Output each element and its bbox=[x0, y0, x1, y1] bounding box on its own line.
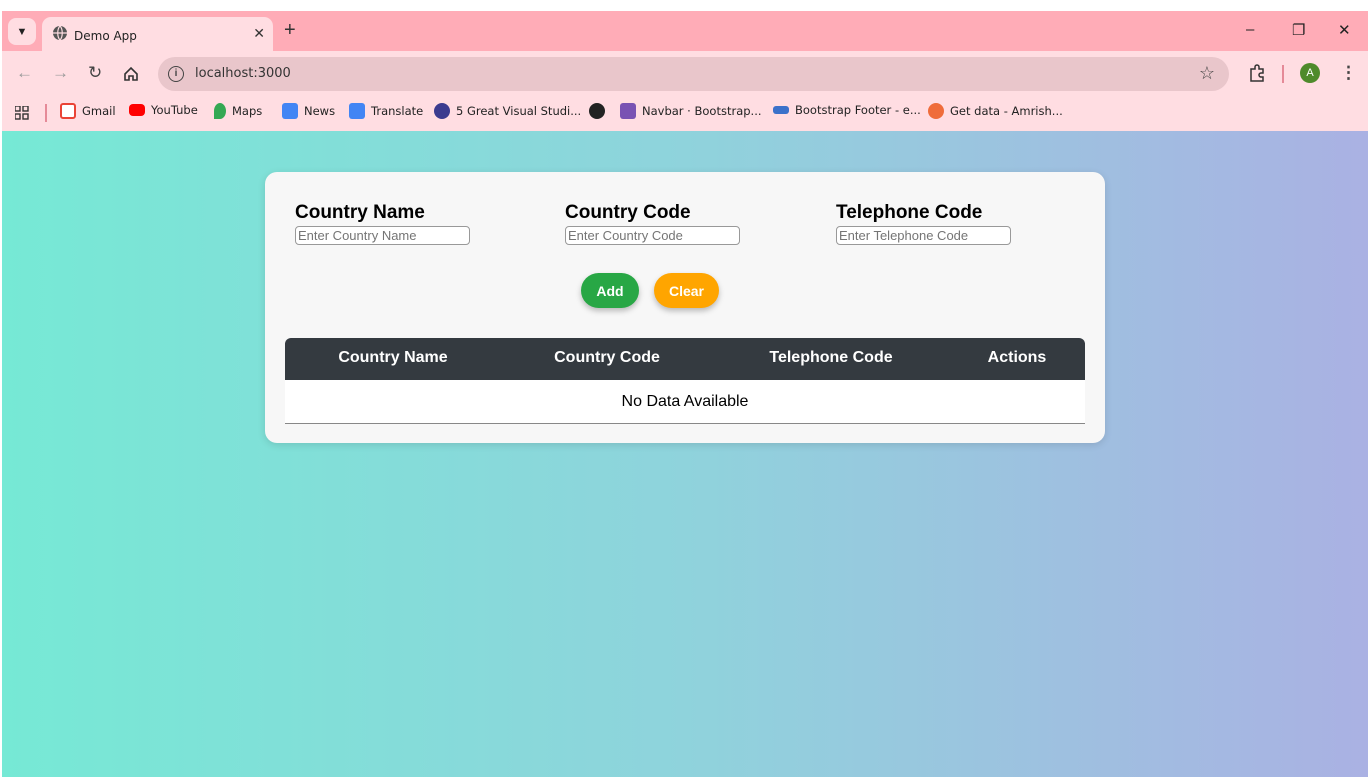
reload-icon[interactable]: ↻ bbox=[88, 63, 102, 83]
bookmark-youtube[interactable]: YouTube bbox=[129, 103, 198, 117]
maps-pin-icon bbox=[214, 103, 226, 119]
mdb-icon bbox=[773, 106, 789, 114]
column-header-actions: Actions bbox=[987, 349, 1047, 366]
telephone-code-input[interactable] bbox=[836, 226, 1011, 245]
close-window-icon[interactable]: ✕ bbox=[1338, 21, 1351, 39]
globe-icon bbox=[589, 103, 605, 119]
toolbar-divider bbox=[1282, 65, 1284, 83]
countries-table: Country Name Country Code Telephone Code… bbox=[285, 338, 1085, 424]
bookmark-label: 5 Great Visual Studi... bbox=[456, 104, 582, 118]
menu-kebab-icon[interactable]: ⋮ bbox=[1340, 63, 1357, 83]
browser-toolbar: ← → ↻ i localhost:3000 ☆ A ⋮ bbox=[2, 51, 1368, 97]
tab-strip: ▼ Demo App ✕ + – ❐ ✕ bbox=[2, 11, 1368, 51]
bookmark-star-icon[interactable]: ☆ bbox=[1199, 63, 1215, 84]
bookmark-translate[interactable]: Translate bbox=[349, 103, 423, 119]
column-header-telephone-code: Telephone Code bbox=[769, 349, 893, 366]
bookmarks-divider bbox=[45, 104, 47, 122]
site-info-icon[interactable]: i bbox=[168, 66, 184, 82]
bookmark-gmail[interactable]: Gmail bbox=[60, 103, 116, 119]
country-name-input[interactable] bbox=[295, 226, 470, 245]
tab-demo-app[interactable]: Demo App ✕ bbox=[42, 17, 273, 51]
bookmark-navbar-bootstrap[interactable]: Navbar · Bootstrap... bbox=[620, 103, 762, 119]
bookmark-label: Maps bbox=[232, 104, 263, 118]
extensions-puzzle-icon[interactable] bbox=[1248, 64, 1266, 82]
apps-grid-icon[interactable] bbox=[15, 106, 29, 120]
bookmark-get-data[interactable]: Get data - Amrish... bbox=[928, 103, 1063, 119]
country-code-field: Country Code bbox=[565, 202, 740, 245]
bookmark-visual-studio[interactable]: 5 Great Visual Studi... bbox=[434, 103, 581, 119]
restore-icon[interactable]: ❐ bbox=[1292, 21, 1305, 39]
bookmark-label: Translate bbox=[371, 104, 424, 118]
country-code-label: Country Code bbox=[565, 202, 691, 223]
youtube-icon bbox=[129, 104, 145, 116]
site-logo-icon bbox=[928, 103, 944, 119]
tab-search-chevron-icon[interactable]: ▼ bbox=[8, 18, 36, 45]
forward-arrow-icon[interactable]: → bbox=[52, 63, 69, 83]
gmail-icon bbox=[60, 103, 76, 119]
bookmark-label: Bootstrap Footer - e... bbox=[795, 103, 921, 117]
back-arrow-icon[interactable]: ← bbox=[16, 63, 33, 83]
tab-title: Demo App bbox=[74, 29, 137, 43]
country-code-input[interactable] bbox=[565, 226, 740, 245]
bookmark-maps[interactable]: Maps bbox=[214, 103, 262, 119]
bootstrap-icon bbox=[620, 103, 636, 119]
bookmark-label: Get data - Amrish... bbox=[950, 104, 1063, 118]
bookmark-globe[interactable] bbox=[589, 103, 605, 119]
bookmarks-bar: Gmail YouTube Maps News Translate 5 Grea… bbox=[2, 97, 1368, 131]
empty-table-row: No Data Available bbox=[285, 380, 1085, 424]
close-tab-icon[interactable]: ✕ bbox=[253, 25, 265, 42]
new-tab-plus-icon[interactable]: + bbox=[284, 19, 296, 42]
bookmark-label: YouTube bbox=[151, 103, 198, 117]
globe-icon bbox=[53, 25, 67, 41]
bookmark-label: Gmail bbox=[82, 104, 116, 118]
column-header-country-code: Country Code bbox=[554, 349, 660, 366]
bookmark-bootstrap-footer[interactable]: Bootstrap Footer - e... bbox=[773, 103, 921, 117]
country-form-card: Country Name Country Code Telephone Code… bbox=[265, 172, 1105, 443]
profile-avatar[interactable]: A bbox=[1300, 63, 1320, 83]
clear-button[interactable]: Clear bbox=[654, 273, 719, 308]
bookmark-label: Navbar · Bootstrap... bbox=[642, 104, 762, 118]
table-header: Country Name Country Code Telephone Code… bbox=[285, 338, 1085, 380]
add-button[interactable]: Add bbox=[581, 273, 639, 308]
country-name-label: Country Name bbox=[295, 202, 425, 223]
telephone-code-field: Telephone Code bbox=[836, 202, 1011, 245]
page-background: Country Name Country Code Telephone Code… bbox=[2, 131, 1368, 777]
site-logo-icon bbox=[434, 103, 450, 119]
minimize-icon[interactable]: – bbox=[1246, 21, 1254, 38]
empty-state-message: No Data Available bbox=[621, 392, 749, 410]
browser-chrome: ▼ Demo App ✕ + – ❐ ✕ ← → ↻ i localhost:3… bbox=[2, 11, 1368, 131]
url-text[interactable]: localhost:3000 bbox=[195, 66, 291, 81]
address-bar[interactable]: i localhost:3000 ☆ bbox=[158, 57, 1229, 91]
bookmark-news[interactable]: News bbox=[282, 103, 335, 119]
telephone-code-label: Telephone Code bbox=[836, 202, 983, 223]
news-icon bbox=[282, 103, 298, 119]
column-header-country-name: Country Name bbox=[338, 349, 448, 366]
translate-icon bbox=[349, 103, 365, 119]
home-icon[interactable] bbox=[123, 66, 139, 82]
bookmark-label: News bbox=[304, 104, 336, 118]
country-name-field: Country Name bbox=[295, 202, 470, 245]
